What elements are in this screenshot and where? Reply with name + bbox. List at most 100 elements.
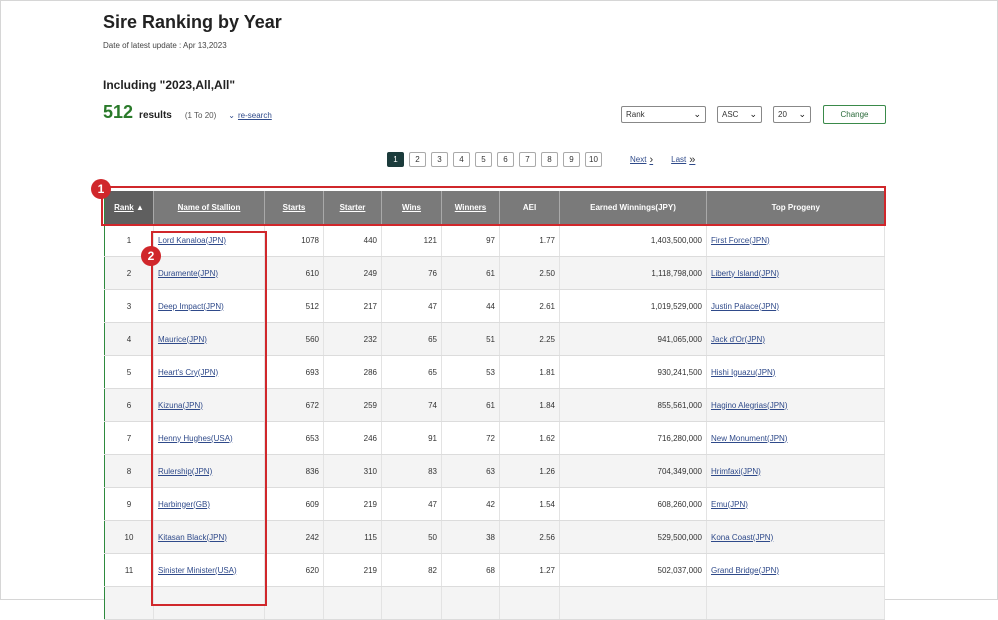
- progeny-link[interactable]: Jack d'Or(JPN): [711, 335, 765, 344]
- earned-winnings-cell: 704,349,000: [559, 454, 707, 488]
- progeny-link[interactable]: First Force(JPN): [711, 236, 770, 245]
- stallion-name-cell: Rulership(JPN): [153, 454, 265, 488]
- stallion-name-cell: Kizuna(JPN): [153, 388, 265, 422]
- wins-cell: 47: [381, 487, 442, 521]
- chevron-right-icon: ›: [649, 153, 654, 166]
- starts-cell: 672: [264, 388, 324, 422]
- winners-cell: 97: [441, 224, 500, 257]
- progeny-link[interactable]: Grand Bridge(JPN): [711, 566, 779, 575]
- column-header-starts[interactable]: Starts: [264, 191, 324, 224]
- progeny-link[interactable]: Kona Coast(JPN): [711, 533, 773, 542]
- starts-cell: 620: [264, 553, 324, 587]
- chevron-down-icon[interactable]: ⌄: [228, 111, 235, 120]
- progeny-link[interactable]: Liberty Island(JPN): [711, 269, 779, 278]
- order-value: ASC: [722, 110, 739, 119]
- stallion-name-cell: Sinister Minister(USA): [153, 553, 265, 587]
- table-row: 2 Duramente(JPN) 610 249 76 61 2.50 1,118,798,0…: [104, 256, 885, 290]
- wins-cell: 91: [381, 421, 442, 455]
- progeny-link[interactable]: New Monument(JPN): [711, 434, 787, 443]
- progeny-link[interactable]: Hrimfaxi(JPN): [711, 467, 761, 476]
- starter-cell: 219: [323, 487, 382, 521]
- stallion-link[interactable]: Lord Kanaloa(JPN): [158, 236, 226, 245]
- starts-cell: 836: [264, 454, 324, 488]
- wins-cell: 65: [381, 322, 442, 356]
- table-row: 10 Kitasan Black(JPN) 242 115 50 38 2.56 529,50…: [104, 520, 885, 554]
- order-select[interactable]: ASC ⌄: [717, 106, 762, 123]
- earned-winnings-cell: 1,403,500,000: [559, 224, 707, 257]
- column-header-winners[interactable]: Winners: [441, 191, 500, 224]
- stallion-link[interactable]: Sinister Minister(USA): [158, 566, 237, 575]
- stallion-link[interactable]: Kizuna(JPN): [158, 401, 203, 410]
- table-row: 6 Kizuna(JPN) 672 259 74 61 1.84 855,561,000 Hag…: [104, 388, 885, 422]
- page-button[interactable]: 5: [475, 152, 492, 167]
- stallion-link[interactable]: Henny Hughes(USA): [158, 434, 233, 443]
- page-button[interactable]: 6: [497, 152, 514, 167]
- stallion-name-cell: Harbinger(GB): [153, 487, 265, 521]
- page-button[interactable]: 3: [431, 152, 448, 167]
- stallion-link[interactable]: Deep Impact(JPN): [158, 302, 224, 311]
- annotation-badge-1: 1: [91, 179, 111, 199]
- top-progeny-cell: First Force(JPN): [706, 224, 885, 257]
- rank-cell: 7: [104, 421, 154, 455]
- annotation-badge-2: 2: [141, 246, 161, 266]
- progeny-link[interactable]: Justin Palace(JPN): [711, 302, 779, 311]
- wins-cell: 50: [381, 520, 442, 554]
- stallion-link[interactable]: Heart's Cry(JPN): [158, 368, 218, 377]
- column-header-starter[interactable]: Starter: [323, 191, 382, 224]
- column-header-wins[interactable]: Wins: [381, 191, 442, 224]
- rank-cell: [104, 586, 154, 620]
- progeny-link[interactable]: Hagino Alegrias(JPN): [711, 401, 787, 410]
- last-updated: Date of latest update : Apr 13,2023: [103, 41, 227, 50]
- stallion-name-cell: Deep Impact(JPN): [153, 289, 265, 323]
- top-progeny-cell: Grand Bridge(JPN): [706, 553, 885, 587]
- sire-ranking-table: Rank ▲ Name of Stallion Starts Starter W…: [104, 191, 885, 620]
- winners-cell: 51: [441, 322, 500, 356]
- column-header-name[interactable]: Name of Stallion: [153, 191, 265, 224]
- winners-cell: 72: [441, 421, 500, 455]
- rank-cell: 8: [104, 454, 154, 488]
- progeny-link[interactable]: Hishi Iguazu(JPN): [711, 368, 775, 377]
- aei-cell: 1.27: [499, 553, 560, 587]
- starts-cell: 560: [264, 322, 324, 356]
- page-button[interactable]: 1: [387, 152, 404, 167]
- page-list: 1 2 3 4 5 6 7 8 9 10: [387, 152, 607, 167]
- next-page-link[interactable]: Next ›: [630, 154, 653, 166]
- top-progeny-cell: Emu(JPN): [706, 487, 885, 521]
- stallion-link[interactable]: Maurice(JPN): [158, 335, 207, 344]
- sort-by-select[interactable]: Rank ⌄: [621, 106, 706, 123]
- re-search-link[interactable]: re-search: [238, 111, 272, 120]
- wins-cell: 76: [381, 256, 442, 290]
- progeny-link[interactable]: Emu(JPN): [711, 500, 748, 509]
- chevron-down-icon: ⌄: [693, 109, 701, 119]
- aei-cell: 1.84: [499, 388, 560, 422]
- wins-cell: 74: [381, 388, 442, 422]
- starts-cell: [264, 586, 324, 620]
- stallion-name-cell: Maurice(JPN): [153, 322, 265, 356]
- page-button[interactable]: 4: [453, 152, 470, 167]
- table-row: 3 Deep Impact(JPN) 512 217 47 44 2.61 1,019,529…: [104, 289, 885, 323]
- starts-cell: 693: [264, 355, 324, 389]
- change-button[interactable]: Change: [823, 105, 886, 124]
- earned-winnings-cell: 855,561,000: [559, 388, 707, 422]
- page-button[interactable]: 9: [563, 152, 580, 167]
- stallion-link[interactable]: Duramente(JPN): [158, 269, 218, 278]
- page-button[interactable]: 8: [541, 152, 558, 167]
- last-page-link[interactable]: Last »: [671, 154, 695, 166]
- page-button[interactable]: 2: [409, 152, 426, 167]
- aei-cell: 2.61: [499, 289, 560, 323]
- stallion-name-cell: Kitasan Black(JPN): [153, 520, 265, 554]
- page-button[interactable]: 7: [519, 152, 536, 167]
- stallion-link[interactable]: Harbinger(GB): [158, 500, 210, 509]
- column-header-rank[interactable]: Rank ▲: [104, 191, 154, 224]
- top-progeny-cell: Kona Coast(JPN): [706, 520, 885, 554]
- aei-cell: [499, 586, 560, 620]
- stallion-name-cell: Henny Hughes(USA): [153, 421, 265, 455]
- earned-winnings-cell: 502,037,000: [559, 553, 707, 587]
- stallion-link[interactable]: Rulership(JPN): [158, 467, 212, 476]
- stallion-link[interactable]: Kitasan Black(JPN): [158, 533, 227, 542]
- page-button[interactable]: 10: [585, 152, 602, 167]
- chevron-down-icon: ⌄: [798, 109, 806, 119]
- per-page-select[interactable]: 20 ⌄: [773, 106, 811, 123]
- rank-header-label: Rank: [114, 203, 134, 212]
- table-row: [104, 586, 885, 620]
